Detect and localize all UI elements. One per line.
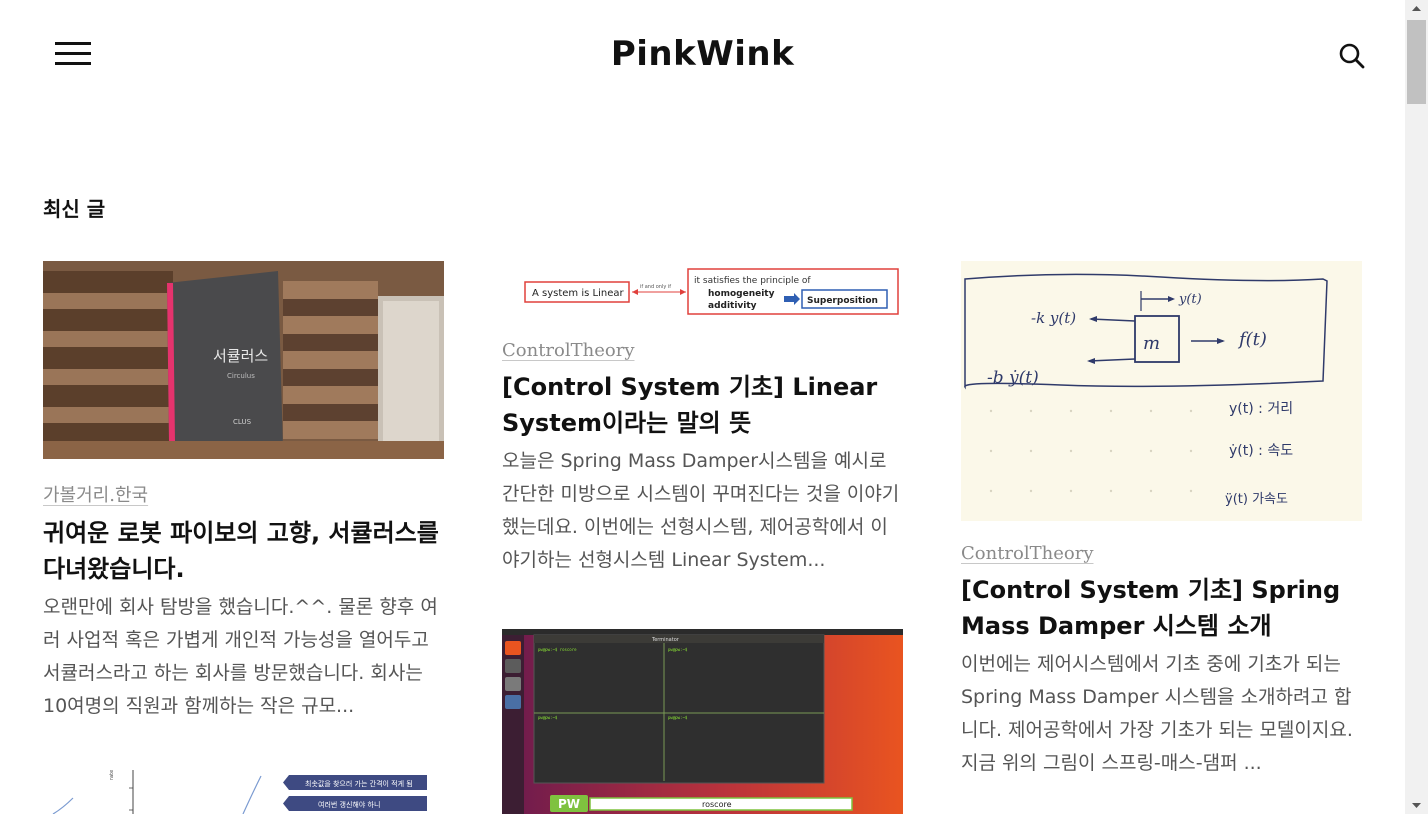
svg-text:pw@pw:~$: pw@pw:~$ bbox=[668, 647, 688, 652]
roscore-bar-text: roscore bbox=[702, 800, 732, 809]
svg-text:rate: rate bbox=[109, 770, 115, 780]
post-thumbnail[interactable]: 서큘러스 Circulus CLUS bbox=[43, 261, 444, 459]
terminal-window-title: Terminator bbox=[651, 637, 680, 643]
page-scrollbar[interactable] bbox=[1405, 0, 1428, 814]
diagram-superposition: Superposition bbox=[807, 296, 878, 306]
diagram-box-linear: A system is Linear bbox=[532, 288, 624, 299]
note-distance: y(t) : 거리 bbox=[1229, 401, 1293, 417]
diagram-arrow-label: if and only if bbox=[640, 284, 671, 290]
diagram-additivity: additivity bbox=[708, 301, 757, 311]
post-category-link[interactable]: ControlTheory bbox=[961, 543, 1094, 564]
scrollbar-thumb[interactable] bbox=[1407, 20, 1426, 104]
post-thumbnail[interactable]: A system is Linear if and only if it sat… bbox=[502, 261, 903, 318]
note-acceleration: ÿ(t) 가속도 bbox=[1225, 492, 1288, 507]
post-title-link[interactable]: 귀여운 로봇 파이보의 고향, 서큘러스를 다녀왔습니다. bbox=[43, 515, 444, 587]
scroll-up-arrow-icon[interactable] bbox=[1405, 0, 1428, 17]
post-title-link[interactable]: [Control System 기초] Linear System이라는 말의 … bbox=[502, 369, 903, 441]
post-excerpt: 오랜만에 회사 탐방을 했습니다.^^. 물론 향후 여러 사업적 혹은 가볍게… bbox=[43, 596, 438, 717]
diagram-principle-text: it satisfies the principle of bbox=[694, 276, 811, 286]
sign-text: 서큘러스 bbox=[213, 347, 268, 365]
post-card: Terminator pw@pw:~$ roscore pw@pw:~$ pw@… bbox=[502, 629, 903, 814]
damper-force-label: -b ẏ(t) bbox=[987, 368, 1039, 388]
site-header: PinkWink bbox=[0, 0, 1405, 110]
slide-label-2: 여러번 갱신해야 하니 bbox=[318, 800, 380, 809]
svg-text:pw@pw:~$: pw@pw:~$ bbox=[538, 715, 558, 720]
post-thumbnail[interactable]: rate 최솟값을 찾으러 가는 간격이 적게 됨 여러번 갱신해야 하니 bbox=[43, 770, 444, 814]
section-heading: 최신 글 bbox=[43, 197, 106, 221]
slide-label-1: 최솟값을 찾으러 가는 간격이 적게 됨 bbox=[305, 779, 413, 788]
search-icon[interactable] bbox=[1338, 42, 1366, 70]
displacement-label: y(t) bbox=[1178, 292, 1202, 307]
pw-badge: PW bbox=[558, 797, 580, 811]
post-card: rate 최솟값을 찾으러 가는 간격이 적게 됨 여러번 갱신해야 하니 bbox=[43, 770, 444, 814]
mass-label: m bbox=[1143, 333, 1160, 354]
post-card: m y(t) -k y(t) f(t) -b ẏ(t) y(t) : 거리 ẏ(… bbox=[961, 261, 1362, 780]
sign-subtext: Circulus bbox=[227, 372, 255, 380]
diagram-homogeneity: homogeneity bbox=[708, 289, 775, 299]
post-category-link[interactable]: 가볼거리.한국 bbox=[43, 481, 148, 507]
terminal-prompt: pw@pw:~$ roscore bbox=[538, 647, 577, 652]
post-thumbnail[interactable]: Terminator pw@pw:~$ roscore pw@pw:~$ pw@… bbox=[502, 629, 903, 814]
force-label: f(t) bbox=[1237, 329, 1267, 350]
post-category-link[interactable]: ControlTheory bbox=[502, 340, 635, 361]
post-excerpt: 오늘은 Spring Mass Damper시스템을 예시로 간단한 미방으로 … bbox=[502, 450, 900, 571]
svg-text:pw@pw:~$: pw@pw:~$ bbox=[668, 715, 688, 720]
note-velocity: ẏ(t) : 속도 bbox=[1229, 443, 1293, 459]
site-title[interactable]: PinkWink bbox=[0, 34, 1405, 74]
spring-force-label: -k y(t) bbox=[1031, 309, 1076, 327]
post-thumbnail[interactable]: m y(t) -k y(t) f(t) -b ẏ(t) y(t) : 거리 ẏ(… bbox=[961, 261, 1362, 521]
post-title-link[interactable]: [Control System 기초] Spring Mass Damper 시… bbox=[961, 572, 1362, 644]
post-excerpt: 이번에는 제어시스템에서 기초 중에 기초가 되는 Spring Mass Da… bbox=[961, 653, 1353, 774]
post-card: A system is Linear if and only if it sat… bbox=[502, 261, 903, 577]
post-card: 서큘러스 Circulus CLUS 가볼거리.한국 귀여운 로봇 파이보의 고… bbox=[43, 261, 444, 723]
scroll-down-arrow-icon[interactable] bbox=[1405, 797, 1428, 814]
sign-logo: CLUS bbox=[233, 418, 252, 426]
